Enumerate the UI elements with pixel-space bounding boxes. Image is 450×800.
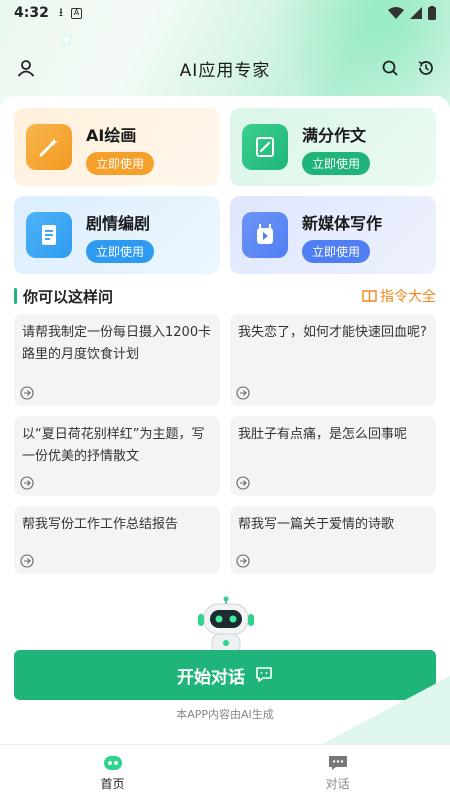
- script-document-icon: [26, 212, 72, 258]
- question-card[interactable]: 我失恋了，如何才能快速回血呢?: [230, 314, 436, 406]
- search-icon[interactable]: [378, 56, 402, 80]
- card-full-score-essay[interactable]: 满分作文 立即使用: [230, 108, 436, 186]
- question-text: 我失恋了，如何才能快速回血呢?: [238, 325, 427, 340]
- nav-home[interactable]: 首页: [0, 745, 225, 800]
- card-label: 新媒体写作: [302, 214, 383, 233]
- paint-wand-icon: [26, 124, 72, 170]
- nav-chat[interactable]: 对话: [225, 745, 450, 800]
- question-text: 以“夏日荷花别样红”为主题，写一份优美的抒情散文: [22, 427, 205, 464]
- sparkle-decoration-icon: ✦: [60, 30, 74, 49]
- status-bar: 4:32 ⭳ A: [0, 0, 450, 26]
- section-title: 你可以这样问: [23, 287, 114, 306]
- question-text: 帮我写份工作工作总结报告: [22, 517, 179, 532]
- question-text: 帮我写一篇关于爱情的诗歌: [238, 517, 395, 532]
- card-label: 满分作文: [302, 126, 367, 145]
- arrow-right-circle-icon: [20, 386, 34, 400]
- book-icon: [362, 289, 377, 302]
- question-card[interactable]: 帮我写一篇关于爱情的诗歌: [230, 506, 436, 574]
- card-label: AI绘画: [86, 126, 137, 145]
- card-new-media-writing[interactable]: 新媒体写作 立即使用: [230, 196, 436, 274]
- status-time: 4:32: [14, 5, 49, 21]
- pen-document-icon: [242, 124, 288, 170]
- card-label: 剧情编剧: [86, 214, 151, 233]
- card-ai-drawing[interactable]: AI绘画 立即使用: [14, 108, 220, 186]
- signal-icon: [410, 7, 422, 19]
- media-play-icon: [242, 212, 288, 258]
- chat-icon: [328, 755, 347, 770]
- arrow-right-circle-icon: [236, 476, 250, 490]
- nav-chat-label: 对话: [325, 776, 350, 791]
- question-text: 请帮我制定一份每日摄入1200卡路里的月度饮食计划: [22, 325, 212, 362]
- section-accent-bar: [14, 288, 17, 304]
- wifi-icon: [388, 7, 404, 19]
- profile-icon[interactable]: [14, 56, 38, 80]
- chat-bubble-icon: [256, 667, 272, 682]
- robot-mascot-icon: [198, 596, 254, 655]
- command-library-label: 指令大全: [380, 289, 436, 305]
- history-icon[interactable]: [414, 56, 438, 80]
- question-card[interactable]: 请帮我制定一份每日摄入1200卡路里的月度饮食计划: [14, 314, 220, 406]
- app-header: AI应用专家: [0, 48, 450, 88]
- question-text: 我肚子有点痛，是怎么回事呢: [238, 427, 408, 442]
- use-now-button[interactable]: 立即使用: [302, 152, 371, 175]
- use-now-button[interactable]: 立即使用: [86, 240, 155, 263]
- app-notification-icon: A: [71, 7, 83, 19]
- card-script-writing[interactable]: 剧情编剧 立即使用: [14, 196, 220, 274]
- start-chat-label: 开始对话: [177, 667, 245, 688]
- section-header: 你可以这样问 指令大全: [14, 286, 436, 306]
- question-card[interactable]: 以“夏日荷花别样红”为主题，写一份优美的抒情散文: [14, 416, 220, 496]
- arrow-right-circle-icon: [20, 554, 34, 568]
- page-title: AI应用专家: [179, 60, 271, 81]
- arrow-right-circle-icon: [236, 554, 250, 568]
- use-now-button[interactable]: 立即使用: [302, 240, 371, 263]
- question-card[interactable]: 帮我写份工作工作总结报告: [14, 506, 220, 574]
- bottom-navigation: 首页 对话: [0, 744, 450, 800]
- command-library-link[interactable]: 指令大全: [362, 286, 436, 306]
- arrow-right-circle-icon: [20, 476, 34, 490]
- nav-home-label: 首页: [100, 776, 125, 791]
- question-card[interactable]: 我肚子有点痛，是怎么回事呢: [230, 416, 436, 496]
- use-now-button[interactable]: 立即使用: [86, 152, 155, 175]
- home-bot-icon: [103, 755, 122, 770]
- download-icon: ⭳: [58, 4, 64, 19]
- arrow-right-circle-icon: [236, 386, 250, 400]
- battery-icon: [428, 6, 436, 20]
